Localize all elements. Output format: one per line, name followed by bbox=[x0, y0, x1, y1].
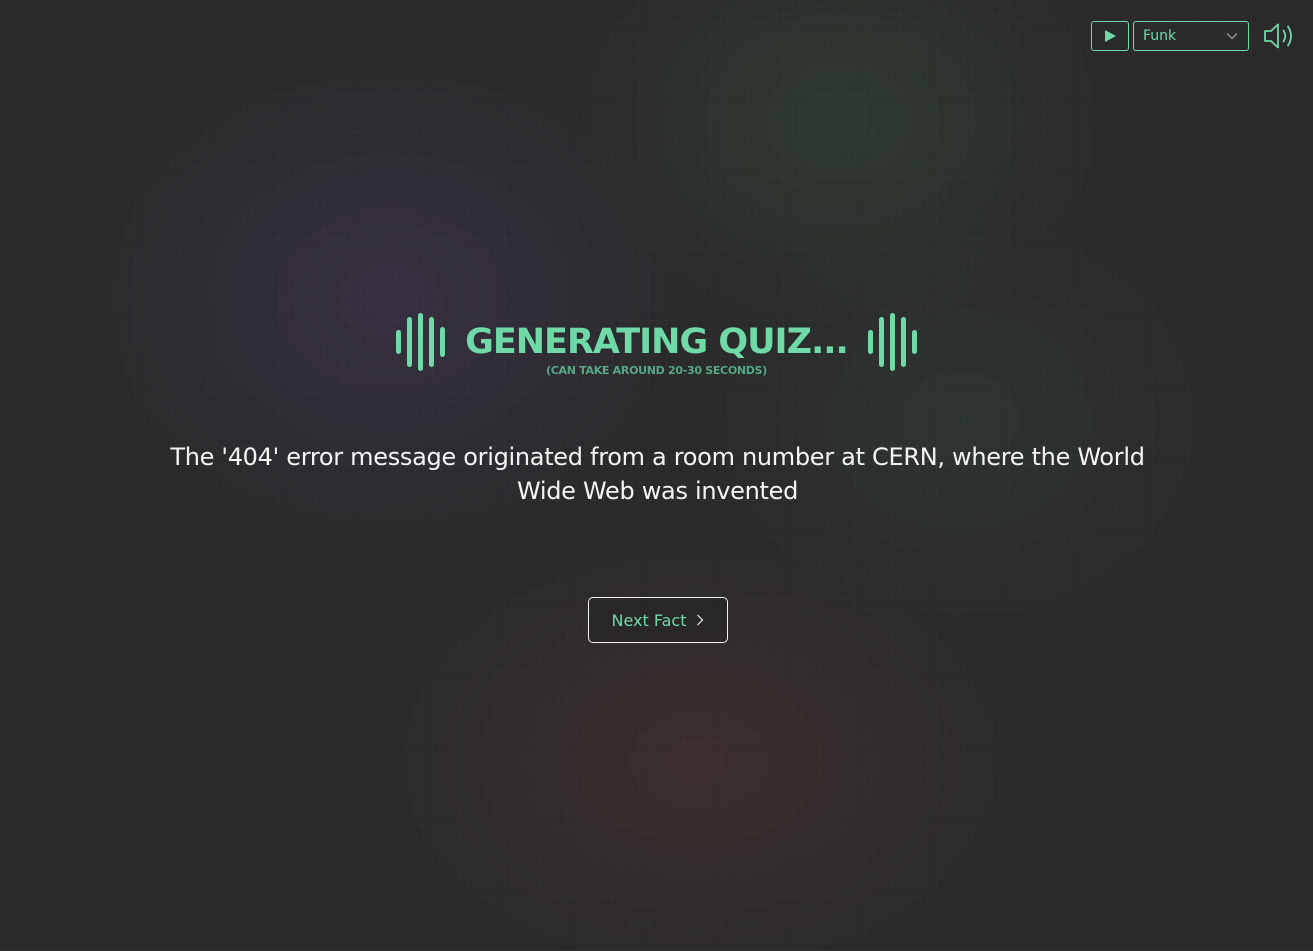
speaker-volume-icon bbox=[1264, 23, 1292, 49]
sound-wave-icon bbox=[867, 312, 917, 372]
track-select[interactable]: Funk bbox=[1133, 21, 1249, 51]
track-select-value: Funk bbox=[1143, 28, 1177, 44]
chevron-right-icon bbox=[697, 614, 704, 626]
loading-title: GENERATING QUIZ... bbox=[465, 322, 849, 362]
next-fact-button[interactable]: Next Fact bbox=[588, 597, 728, 643]
fun-fact-text: The '404' error message originated from … bbox=[170, 443, 1145, 505]
volume-button[interactable] bbox=[1261, 20, 1299, 52]
loading-header: GENERATING QUIZ... bbox=[0, 312, 1313, 372]
sound-wave-icon bbox=[396, 312, 446, 372]
next-fact-label: Next Fact bbox=[611, 610, 687, 630]
chevron-down-icon bbox=[1226, 33, 1238, 40]
play-button[interactable] bbox=[1091, 21, 1129, 51]
play-icon bbox=[1105, 30, 1116, 42]
music-controls: Funk bbox=[1091, 20, 1299, 52]
loading-subtitle: (CAN TAKE AROUND 20-30 SECONDS) bbox=[546, 364, 767, 377]
